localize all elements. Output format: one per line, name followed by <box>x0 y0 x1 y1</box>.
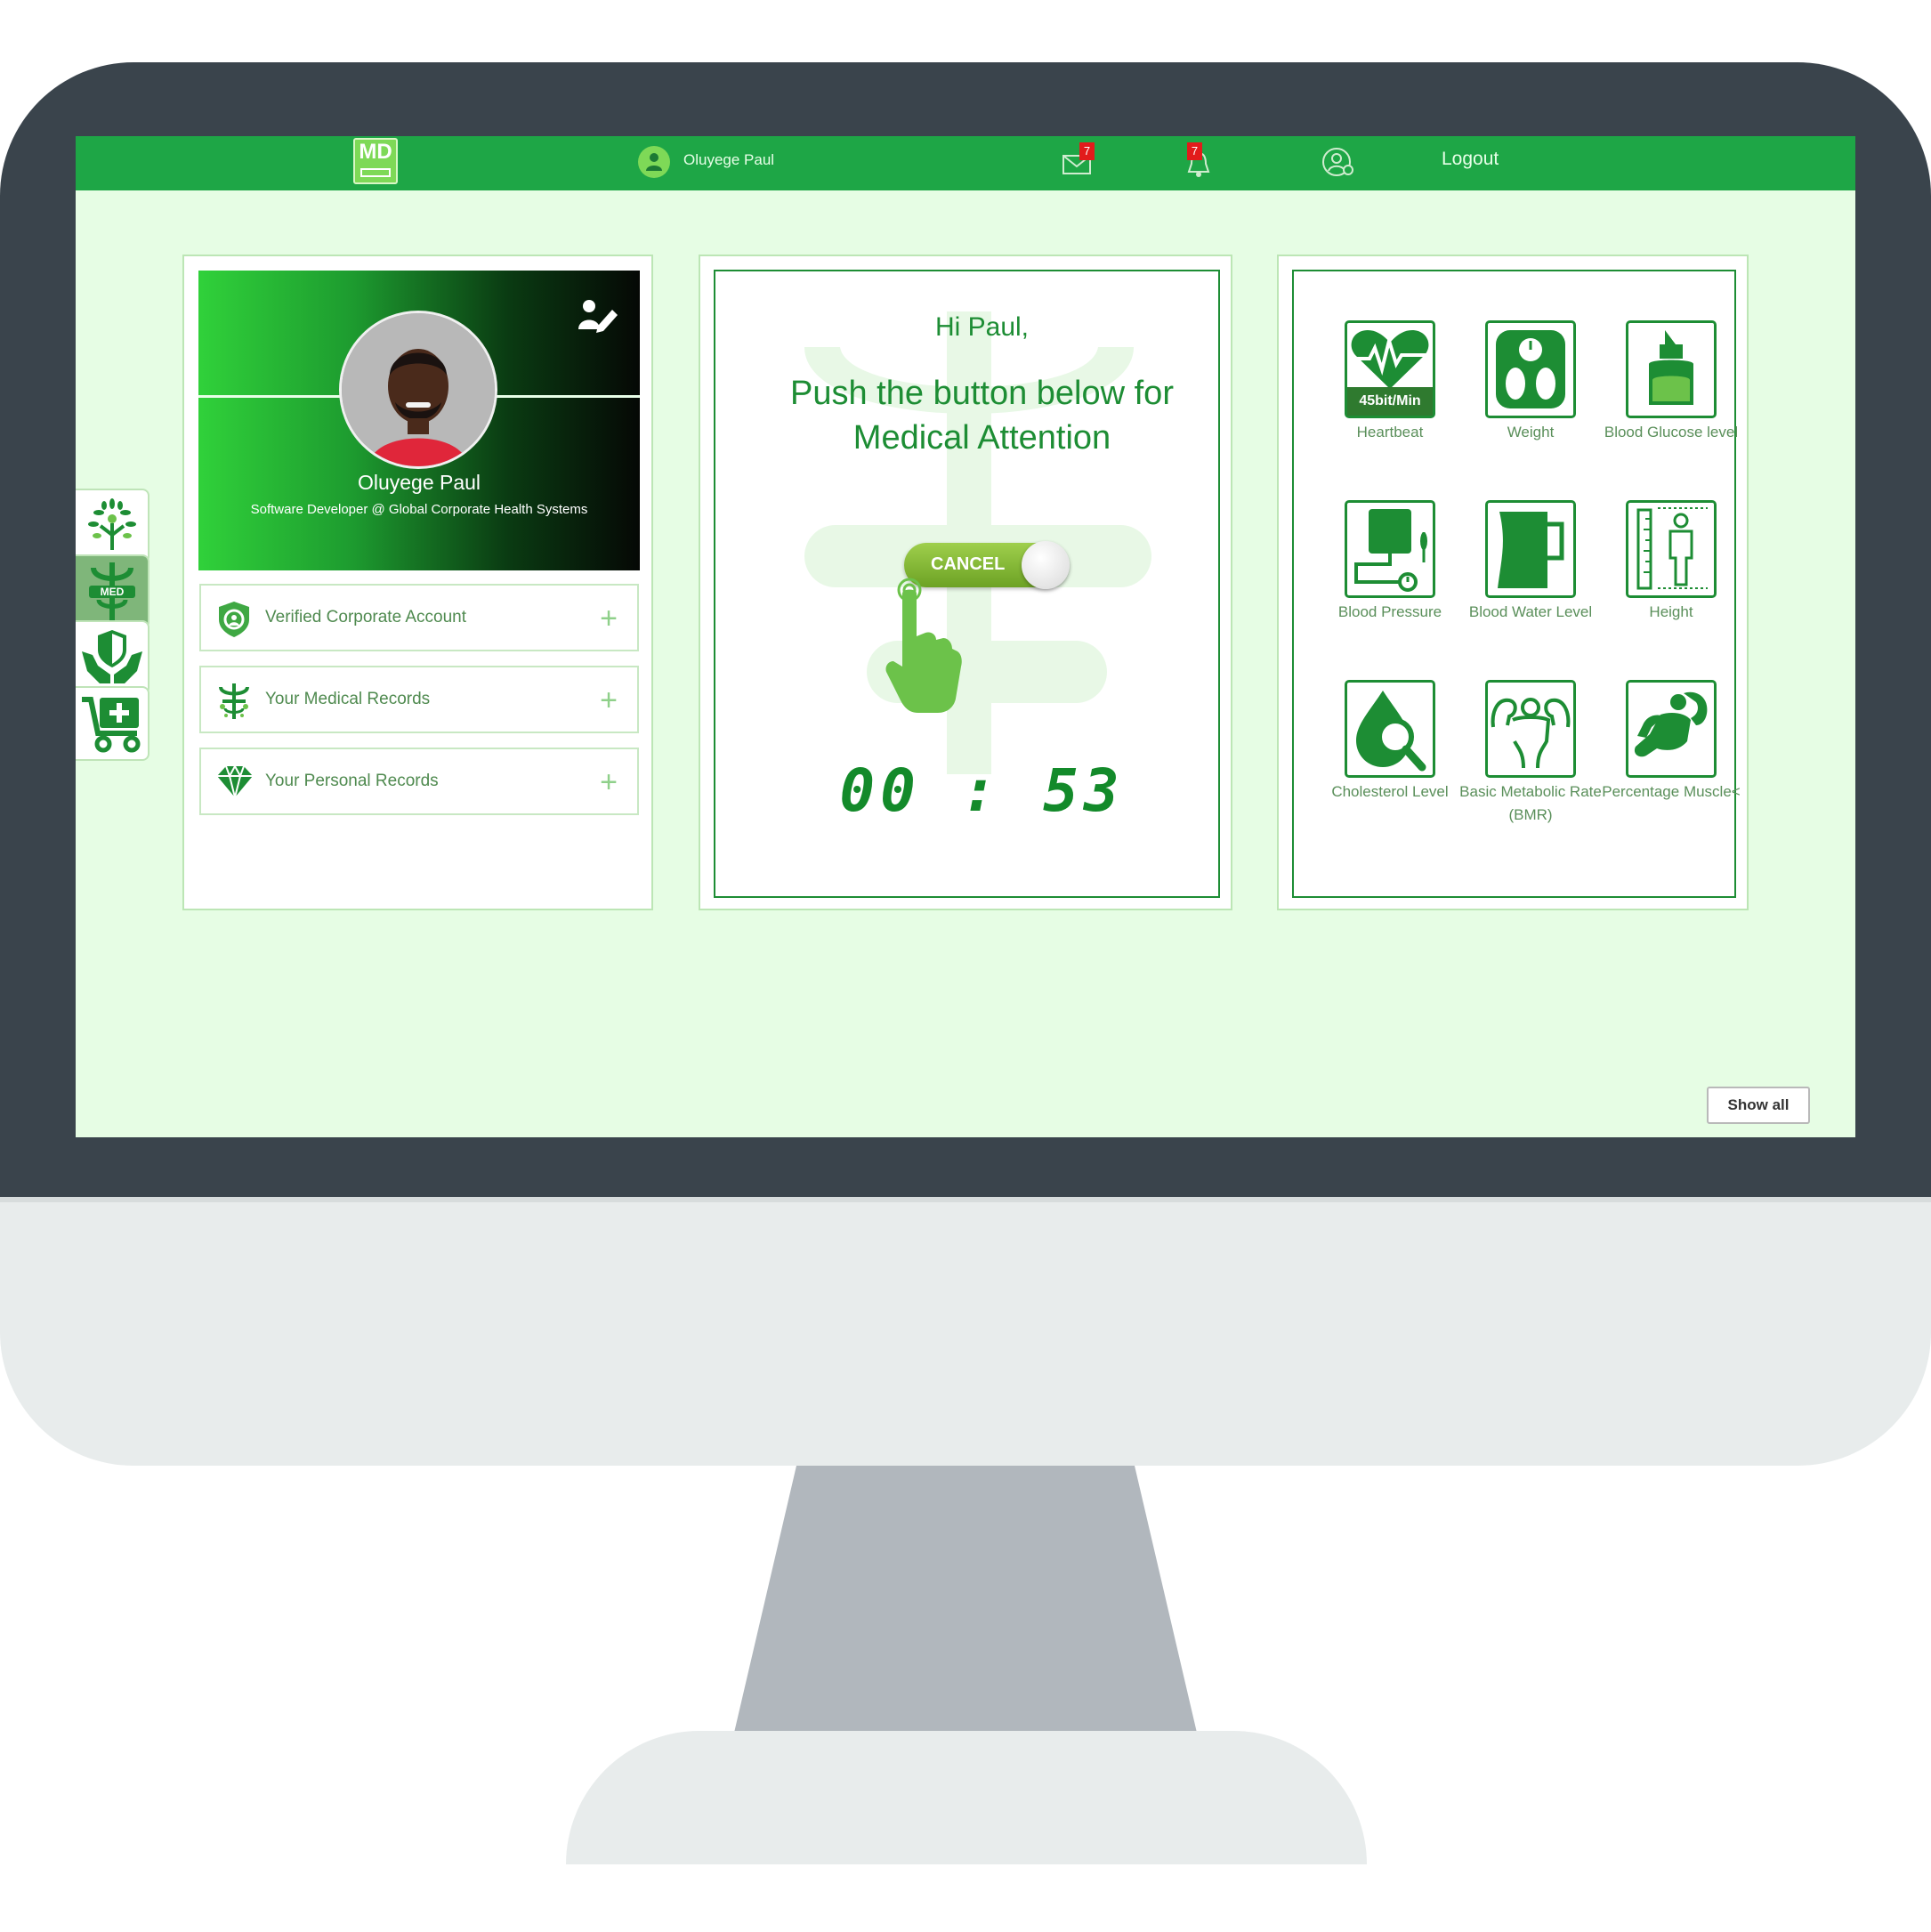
cancel-label: CANCEL <box>931 554 1006 574</box>
metric-tile[interactable]: 45bit/Min <box>1345 320 1435 418</box>
medical-cart-icon <box>81 697 140 753</box>
accordion-label: Your Personal Records <box>265 772 439 790</box>
logout-link[interactable]: Logout <box>1442 149 1499 170</box>
user-settings-icon[interactable] <box>1321 145 1357 181</box>
messages-icon[interactable]: 7 <box>1062 142 1097 181</box>
med-tab-text: MED <box>100 586 124 598</box>
metric-cholesterol[interactable]: Cholesterol Level <box>1319 680 1461 804</box>
accordion-label: Your Medical Records <box>265 690 431 708</box>
notifications-bell-icon[interactable]: 7 <box>1184 142 1219 181</box>
health-metrics-card: 45bit/Min Heartbeat Weight Blood Glucose… <box>1277 255 1749 910</box>
profile-banner: Oluyege Paul Software Developer @ Global… <box>198 271 640 570</box>
heartbeat-value: 45bit/Min <box>1347 387 1433 416</box>
accordion-medical-records[interactable]: Your Medical Records + <box>199 666 639 733</box>
accordion-personal-records[interactable]: Your Personal Records + <box>199 748 639 815</box>
show-all-button[interactable]: Show all <box>1707 1087 1810 1124</box>
expand-plus-icon[interactable]: + <box>600 767 618 797</box>
metric-weight[interactable]: Weight <box>1459 320 1602 444</box>
metric-tile[interactable] <box>1485 500 1576 598</box>
monitor-stand-foot <box>566 1731 1367 1864</box>
water-jug-icon <box>1498 512 1564 588</box>
metric-label: Percentage Muscle< <box>1602 783 1741 800</box>
protected-hands-icon <box>81 630 142 683</box>
prompt-line-1: Push the button below for <box>790 375 1174 412</box>
toggle-knob[interactable] <box>1022 541 1070 589</box>
app-screen: MD Oluyege Paul 7 7 Logout MED Oluyege P… <box>76 136 1855 1137</box>
verified-shield-icon <box>219 602 249 637</box>
metric-label: Basic Metabolic Rate (BMR) <box>1459 783 1602 823</box>
sidebar-tab-medical[interactable]: MED <box>76 554 149 629</box>
metric-tile[interactable] <box>1345 680 1435 778</box>
profile-job-title: Software Developer @ Global Corporate He… <box>250 502 588 517</box>
accordion-verified-account[interactable]: Verified Corporate Account + <box>199 584 639 651</box>
accordion-label: Verified Corporate Account <box>265 608 467 626</box>
metric-tile[interactable] <box>1626 500 1717 598</box>
notifications-badge: 7 <box>1187 142 1202 160</box>
blood-pressure-icon <box>1354 509 1427 592</box>
caduceus-icon <box>219 683 249 719</box>
profile-card: Oluyege Paul Software Developer @ Global… <box>182 255 653 910</box>
metric-blood-pressure[interactable]: Blood Pressure <box>1319 500 1461 624</box>
metric-blood-water[interactable]: Blood Water Level <box>1459 500 1602 624</box>
metric-label: Cholesterol Level <box>1331 783 1449 800</box>
metric-label: Heartbeat <box>1356 424 1424 441</box>
heartbeat-icon <box>1351 330 1429 389</box>
metric-label: Blood Glucose level <box>1604 424 1739 441</box>
edit-profile-icon[interactable] <box>577 297 619 339</box>
profile-photo[interactable] <box>339 311 497 469</box>
logo-underline <box>360 168 391 177</box>
weighing-scale-icon <box>1496 330 1565 408</box>
messages-badge: 7 <box>1079 142 1095 160</box>
pointing-hand-icon <box>885 578 962 713</box>
metric-label: Blood Water Level <box>1468 603 1593 620</box>
emergency-prompt: Push the button below for Medical Attent… <box>715 371 1248 460</box>
prompt-line-2: Medical Attention <box>852 419 1111 457</box>
metric-blood-glucose[interactable]: Blood Glucose level <box>1600 320 1742 444</box>
profile-name: Oluyege Paul <box>357 471 481 494</box>
app-logo[interactable]: MD <box>353 138 398 184</box>
sidebar-tab-pharmacy-cart[interactable] <box>76 686 149 761</box>
metric-heartbeat[interactable]: 45bit/Min Heartbeat <box>1319 320 1461 444</box>
expand-plus-icon[interactable]: + <box>600 685 618 715</box>
metric-label: Height <box>1649 603 1693 620</box>
monitor-stand-neck <box>734 1466 1197 1733</box>
metric-label: Weight <box>1507 424 1555 441</box>
metabolic-body-icon <box>1491 698 1571 769</box>
emergency-frame: Hi Paul, Push the button below for Medic… <box>714 270 1220 898</box>
glucose-bottle-icon <box>1649 330 1693 405</box>
sidebar-tab-wellness[interactable] <box>76 489 149 563</box>
metric-height[interactable]: Height <box>1600 500 1742 624</box>
muscle-icon <box>1634 691 1708 757</box>
cholesterol-icon <box>1356 691 1426 772</box>
greeting-text: Hi Paul, <box>934 312 1030 342</box>
user-avatar-icon[interactable] <box>638 146 670 178</box>
med-caduceus-icon: MED <box>88 562 135 621</box>
metric-tile[interactable] <box>1485 320 1576 418</box>
metric-tile[interactable] <box>1485 680 1576 778</box>
countdown-timer: 00 : 53 <box>839 756 1125 825</box>
metric-percentage-muscle[interactable]: Percentage Muscle< <box>1600 680 1742 804</box>
emergency-card: Hi Paul, Push the button below for Medic… <box>699 255 1232 910</box>
sidebar-tab-insurance[interactable] <box>76 620 149 695</box>
metric-tile[interactable] <box>1345 500 1435 598</box>
monitor-chin-edge <box>0 1197 1931 1202</box>
diamond-icon <box>217 764 253 798</box>
metric-tile[interactable] <box>1626 320 1717 418</box>
expand-plus-icon[interactable]: + <box>600 603 618 634</box>
metric-bmr[interactable]: Basic Metabolic Rate (BMR) <box>1459 680 1602 827</box>
top-navbar: MD Oluyege Paul 7 7 Logout <box>76 136 1855 190</box>
metric-label: Blood Pressure <box>1337 603 1442 620</box>
wellness-tree-icon <box>87 498 136 550</box>
monitor-chin <box>0 1197 1931 1466</box>
height-measure-icon <box>1636 507 1708 590</box>
metric-tile[interactable] <box>1626 680 1717 778</box>
user-name[interactable]: Oluyege Paul <box>683 151 774 169</box>
logo-text: MD <box>359 140 392 164</box>
